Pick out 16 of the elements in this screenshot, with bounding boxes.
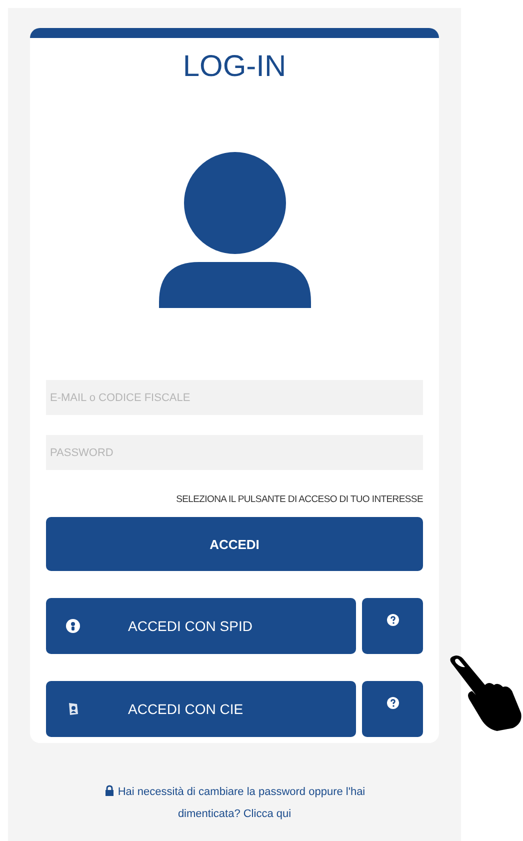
password-field[interactable]: PASSWORD bbox=[46, 435, 423, 470]
login-option-button[interactable]: ACCEDI CON SPID bbox=[46, 598, 356, 654]
help-icon bbox=[386, 697, 398, 709]
id-card-icon bbox=[66, 702, 80, 716]
lock-icon bbox=[104, 785, 115, 796]
help-icon bbox=[386, 614, 398, 626]
help-button[interactable] bbox=[362, 598, 423, 654]
user-avatar-icon bbox=[158, 152, 310, 308]
change-password-link[interactable]: Hai necessità di cambiare la password oppure l'hai dimenticata? Clicca qui bbox=[75, 781, 394, 825]
login-option-button[interactable]: ACCEDI CON CIE bbox=[46, 681, 356, 737]
help-button[interactable] bbox=[362, 681, 423, 737]
instruction-text: SELEZIONA IL PULSANTE DI ACCESO DI TUO INTERESSE bbox=[175, 494, 423, 505]
login-title: LOG-IN bbox=[182, 50, 286, 84]
login-button[interactable]: ACCEDI bbox=[46, 517, 423, 571]
email-field[interactable]: E-MAIL o CODICE FISCALE bbox=[46, 380, 423, 415]
person-icon bbox=[66, 619, 80, 633]
